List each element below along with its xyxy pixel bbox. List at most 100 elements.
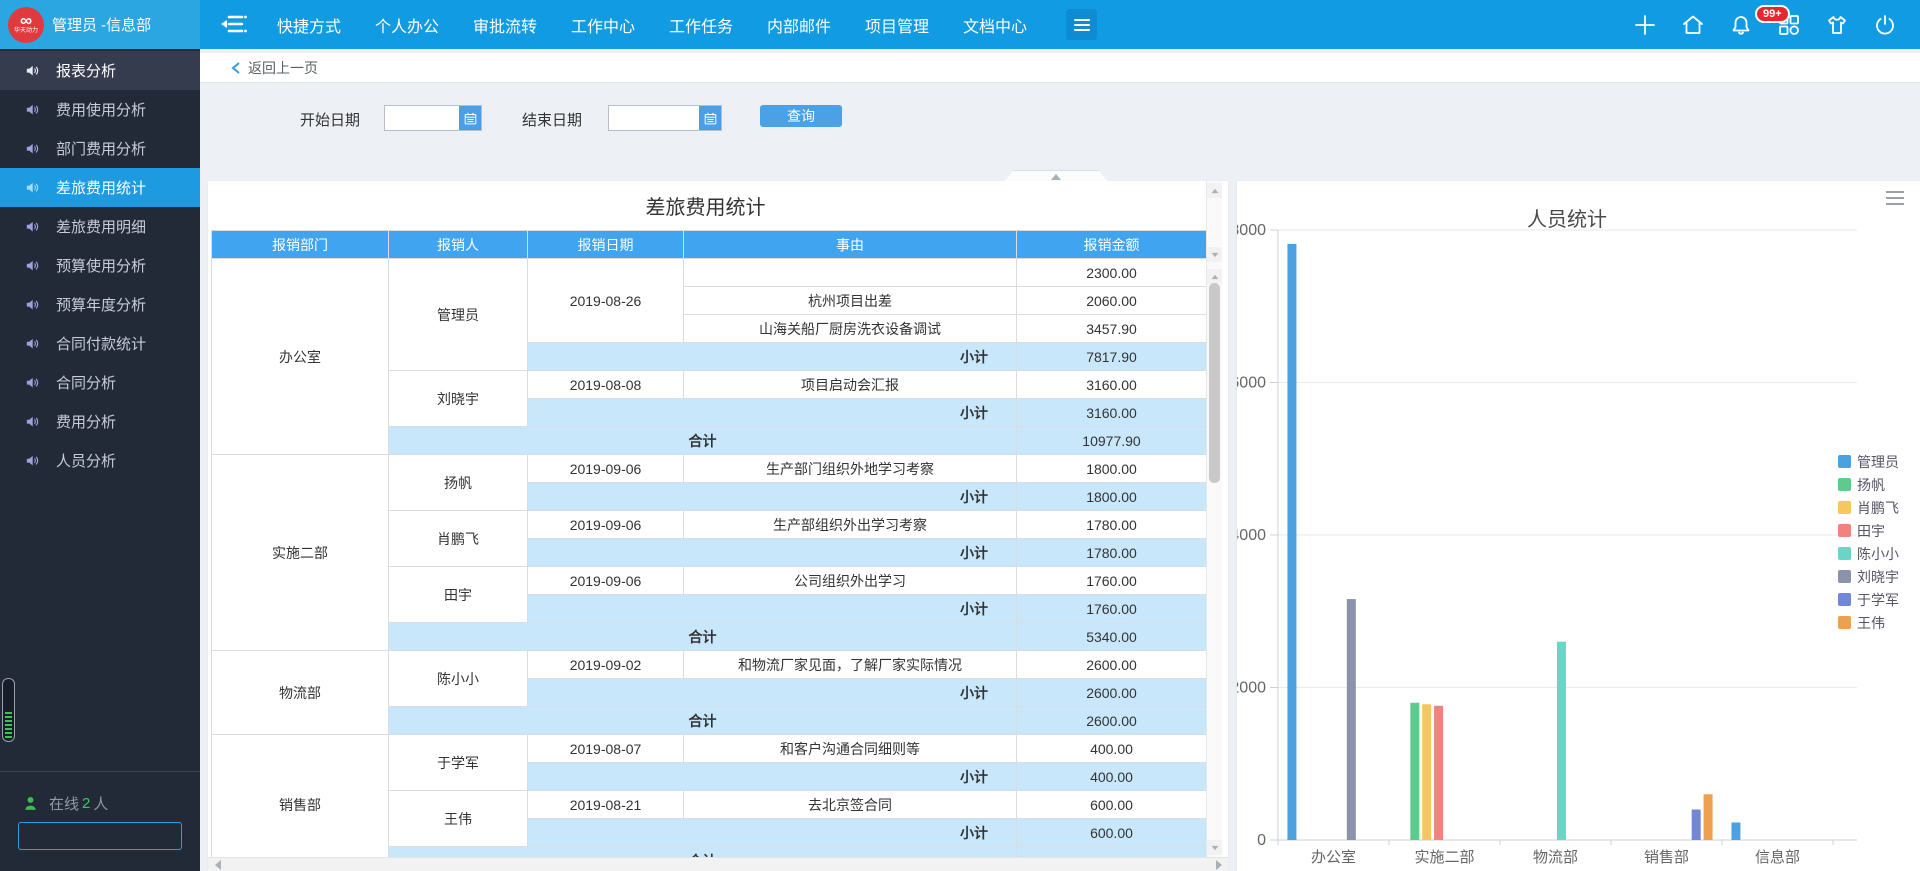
current-user-label: 管理员 -信息部: [52, 14, 151, 35]
legend-swatch: [1838, 593, 1851, 606]
nav-item[interactable]: 文档中心: [946, 13, 1044, 37]
horizontal-scrollbar[interactable]: [208, 857, 1228, 871]
sidebar-item[interactable]: 报表分析: [0, 51, 200, 90]
legend-item[interactable]: 陈小小: [1838, 542, 1899, 565]
legend-swatch: [1838, 524, 1851, 537]
nav-item[interactable]: 审批流转: [456, 13, 554, 37]
sidebar: 报表分析费用使用分析部门费用分析差旅费用统计差旅费用明细预算使用分析预算年度分析…: [0, 49, 200, 871]
nav-item[interactable]: 工作中心: [554, 13, 652, 37]
column-header: 报销金额: [1017, 231, 1207, 259]
table-cell: 3160.00: [1017, 399, 1207, 427]
table-cell: 2019-09-06: [528, 455, 684, 483]
speaker-icon: [24, 62, 41, 79]
table-cell: 销售部: [212, 735, 389, 858]
legend-item[interactable]: 肖鹏飞: [1838, 496, 1899, 519]
back-link[interactable]: 返回上一页: [248, 58, 318, 78]
home-icon[interactable]: [1680, 12, 1706, 38]
svg-text:销售部: 销售部: [1644, 849, 1689, 866]
table-cell: 1800.00: [1017, 455, 1207, 483]
chart-legend: 管理员扬帆肖鹏飞田宇陈小小刘晓宇于学军王伟: [1838, 450, 1899, 634]
table-row: 物流部陈小小2019-09-02和物流厂家见面，了解厂家实际情况2600.00: [212, 651, 1207, 679]
bar-肖鹏飞: [1422, 704, 1431, 840]
legend-item[interactable]: 刘晓宇: [1838, 565, 1899, 588]
legend-item[interactable]: 王伟: [1838, 611, 1899, 634]
expense-table-wrapper: 报销部门报销人报销日期事由报销金额 办公室管理员2019-08-262300.0…: [211, 230, 1206, 857]
sidebar-item[interactable]: 差旅费用统计: [0, 168, 200, 207]
table-cell: 2019-09-06: [528, 511, 684, 539]
nav-item[interactable]: 项目管理: [848, 13, 946, 37]
legend-label: 田宇: [1857, 521, 1885, 541]
scroll-right-button[interactable]: [1211, 858, 1226, 871]
shirt-icon[interactable]: [1824, 12, 1850, 38]
legend-item[interactable]: 扬帆: [1838, 473, 1899, 496]
level-indicator[interactable]: [2, 678, 15, 742]
contact-search-input[interactable]: [25, 825, 205, 847]
sidebar-item-label: 部门费用分析: [56, 138, 146, 159]
sidebar-item[interactable]: 部门费用分析: [0, 129, 200, 168]
table-cell: 合计: [389, 707, 1017, 735]
legend-item[interactable]: 管理员: [1838, 450, 1899, 473]
scroll-up-button[interactable]: [1207, 183, 1222, 198]
table-cell: 2019-08-21: [528, 791, 684, 819]
scroll-down-button[interactable]: [1207, 840, 1222, 855]
chevron-left-icon: [230, 61, 242, 75]
speaker-icon: [24, 335, 41, 352]
table-row: 实施二部扬帆2019-09-06生产部门组织外地学习考察1800.00: [212, 455, 1207, 483]
legend-swatch: [1838, 501, 1851, 514]
plus-icon[interactable]: [1632, 12, 1658, 38]
sidebar-toggle-icon[interactable]: [220, 12, 248, 37]
end-date-input[interactable]: [609, 106, 699, 130]
sidebar-item[interactable]: 合同付款统计: [0, 324, 200, 363]
scroll-up-button[interactable]: [1207, 269, 1222, 284]
sidebar-item[interactable]: 差旅费用明细: [0, 207, 200, 246]
table-cell: 2019-09-02: [528, 651, 684, 679]
speaker-icon: [24, 374, 41, 391]
online-label: 在线: [49, 793, 79, 814]
bar-陈小小: [1557, 642, 1566, 840]
nav-item[interactable]: 内部邮件: [750, 13, 848, 37]
table-cell: 1760.00: [1017, 567, 1207, 595]
sidebar-item[interactable]: 费用使用分析: [0, 90, 200, 129]
bar-刘晓宇: [1347, 599, 1356, 840]
nav-item[interactable]: 快捷方式: [260, 13, 358, 37]
bar-chart: 02000400060008000办公室实施二部物流部销售部信息部: [1237, 181, 1920, 871]
speaker-icon: [24, 296, 41, 313]
sidebar-item[interactable]: 人员分析: [0, 441, 200, 480]
sidebar-item-label: 合同付款统计: [56, 333, 146, 354]
sidebar-item[interactable]: 预算年度分析: [0, 285, 200, 324]
svg-text:0: 0: [1257, 832, 1266, 849]
table-cell: 和物流厂家见面，了解厂家实际情况: [684, 651, 1017, 679]
sidebar-item[interactable]: 合同分析: [0, 363, 200, 402]
legend-item[interactable]: 田宇: [1838, 519, 1899, 542]
nav-item[interactable]: 工作任务: [652, 13, 750, 37]
nav-item[interactable]: 个人办公: [358, 13, 456, 37]
start-date-input[interactable]: [385, 106, 459, 130]
back-bar: 返回上一页: [200, 53, 1920, 83]
table-cell: 合计: [389, 427, 1017, 455]
start-calendar-button[interactable]: [459, 106, 481, 130]
speaker-icon: [24, 218, 41, 235]
company-logo: ∞ 华天动力: [8, 7, 44, 43]
svg-text:8000: 8000: [1237, 222, 1266, 239]
query-button[interactable]: 查询: [760, 105, 842, 127]
bell-icon[interactable]: [1728, 12, 1754, 38]
table-cell: 生产部门组织外地学习考察: [684, 455, 1017, 483]
online-unit: 人: [93, 793, 108, 814]
power-icon[interactable]: [1872, 12, 1898, 38]
vertical-scrollbar[interactable]: [1206, 181, 1222, 857]
table-cell: 合计: [389, 623, 1017, 651]
sidebar-item[interactable]: 费用分析: [0, 402, 200, 441]
sidebar-item-label: 差旅费用统计: [56, 177, 146, 198]
table-cell: 2060.00: [1017, 287, 1207, 315]
scrollbar-thumb[interactable]: [1209, 283, 1220, 483]
more-menus-button[interactable]: [1066, 9, 1097, 40]
svg-text:4000: 4000: [1237, 527, 1266, 544]
expense-table: 报销部门报销人报销日期事由报销金额 办公室管理员2019-08-262300.0…: [211, 230, 1206, 857]
scroll-down-button[interactable]: [1207, 247, 1222, 262]
table-cell: 3160.00: [1017, 371, 1207, 399]
legend-item[interactable]: 于学军: [1838, 588, 1899, 611]
sidebar-item[interactable]: 预算使用分析: [0, 246, 200, 285]
calendar-icon: [703, 111, 718, 126]
scroll-left-button[interactable]: [210, 858, 225, 871]
end-calendar-button[interactable]: [699, 106, 721, 130]
